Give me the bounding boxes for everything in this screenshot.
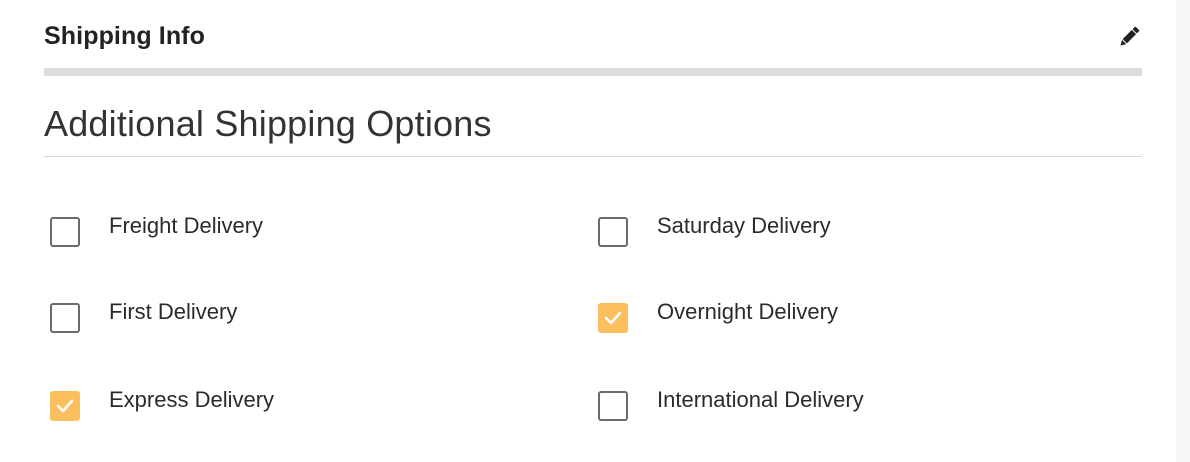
option-label: Freight Delivery	[109, 213, 264, 238]
checkbox-unchecked[interactable]	[50, 217, 80, 247]
option-label: Saturday Delivery	[657, 213, 831, 238]
checkbox-unchecked[interactable]	[598, 391, 628, 421]
shipping-info-card: Shipping Info Additional Shipping Option…	[0, 0, 1176, 462]
pencil-icon	[1120, 26, 1140, 46]
checkmark-icon	[56, 399, 74, 413]
option-label: Express Delivery	[109, 387, 275, 412]
section-divider	[44, 156, 1142, 157]
option-label: First Delivery	[109, 299, 238, 324]
checkbox-checked[interactable]	[50, 391, 80, 421]
card-header: Shipping Info	[44, 0, 1142, 76]
checkbox-unchecked[interactable]	[50, 303, 80, 333]
header-divider	[44, 68, 1142, 76]
checkmark-icon	[604, 311, 622, 325]
checkbox-unchecked[interactable]	[598, 217, 628, 247]
checkbox-checked[interactable]	[598, 303, 628, 333]
option-label: International Delivery	[657, 387, 864, 412]
section-title: Additional Shipping Options	[44, 103, 492, 144]
option-label: Overnight Delivery	[657, 299, 838, 324]
card-title: Shipping Info	[44, 22, 205, 50]
edit-button[interactable]	[1116, 24, 1142, 50]
